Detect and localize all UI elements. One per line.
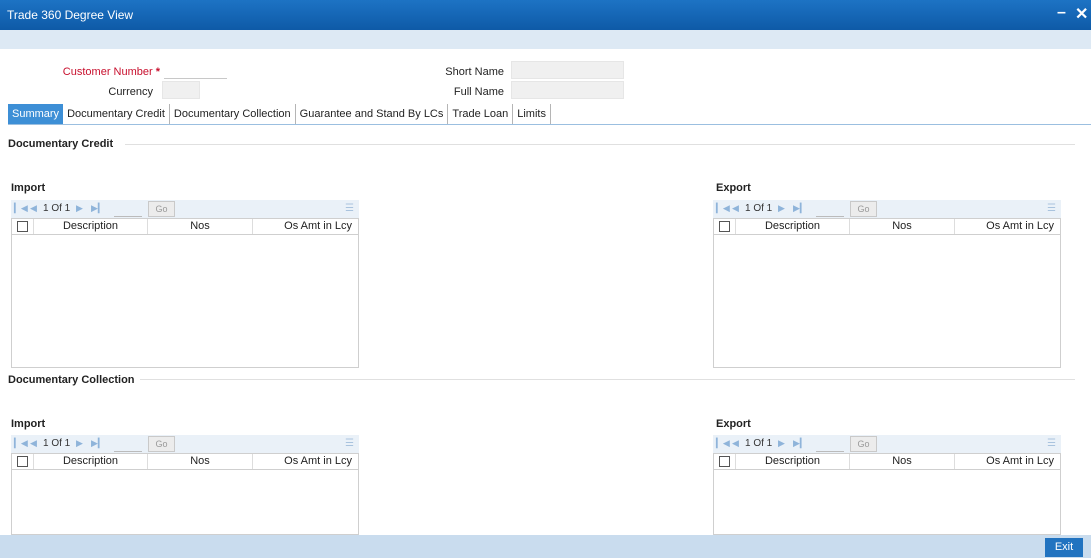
grid-header: Description Nos Os Amt in Lcy bbox=[11, 453, 359, 470]
first-page-icon[interactable]: ▎◀ bbox=[14, 438, 28, 449]
column-nos[interactable]: Nos bbox=[148, 454, 253, 469]
prev-page-icon[interactable]: ◀ bbox=[30, 438, 37, 449]
dc-export-title: Export bbox=[716, 182, 751, 194]
grid-menu-icon[interactable]: ☰ bbox=[345, 203, 354, 214]
column-os-amt[interactable]: Os Amt in Lcy bbox=[253, 219, 358, 234]
column-nos[interactable]: Nos bbox=[850, 219, 955, 234]
next-page-icon[interactable]: ▶ bbox=[778, 203, 785, 214]
window-titlebar: Trade 360 Degree View – ✕ bbox=[0, 0, 1091, 30]
grid-pagination: ▎◀ ◀ 1 Of 1 ▶ ▶▎ Go ☰ bbox=[11, 435, 359, 453]
prev-page-icon[interactable]: ◀ bbox=[732, 438, 739, 449]
dcol-import-title: Import bbox=[11, 418, 46, 430]
last-page-icon[interactable]: ▶▎ bbox=[91, 438, 105, 449]
column-nos[interactable]: Nos bbox=[850, 454, 955, 469]
first-page-icon[interactable]: ▎◀ bbox=[14, 203, 28, 214]
page-indicator: 1 Of 1 bbox=[43, 438, 71, 449]
grid-pagination: ▎◀ ◀ 1 Of 1 ▶ ▶▎ Go ☰ bbox=[713, 435, 1061, 453]
prev-page-icon[interactable]: ◀ bbox=[732, 203, 739, 214]
minimize-icon[interactable]: – bbox=[1057, 4, 1066, 22]
footer-bar: Exit bbox=[0, 535, 1091, 558]
customer-number-label: Customer Number * bbox=[62, 66, 160, 78]
tab-documentary-credit[interactable]: Documentary Credit bbox=[63, 104, 170, 124]
page-number-input[interactable] bbox=[816, 202, 844, 217]
last-page-icon[interactable]: ▶▎ bbox=[91, 203, 105, 214]
select-all-checkbox[interactable] bbox=[12, 454, 34, 469]
full-name-field[interactable] bbox=[511, 81, 624, 99]
column-description[interactable]: Description bbox=[34, 454, 148, 469]
grid-pagination: ▎◀ ◀ 1 Of 1 ▶ ▶▎ Go ☰ bbox=[713, 200, 1061, 218]
prev-page-icon[interactable]: ◀ bbox=[30, 203, 37, 214]
documentary-collection-section-title: Documentary Collection bbox=[8, 374, 135, 386]
currency-field[interactable] bbox=[162, 81, 200, 99]
page-indicator: 1 Of 1 bbox=[43, 203, 71, 214]
dc-export-grid: ▎◀ ◀ 1 Of 1 ▶ ▶▎ Go ☰ Description Nos Os… bbox=[713, 200, 1061, 368]
grid-header: Description Nos Os Amt in Lcy bbox=[11, 218, 359, 235]
first-page-icon[interactable]: ▎◀ bbox=[716, 438, 730, 449]
column-description[interactable]: Description bbox=[736, 454, 850, 469]
section-divider bbox=[140, 379, 1075, 380]
page-number-input[interactable] bbox=[114, 202, 142, 217]
grid-menu-icon[interactable]: ☰ bbox=[345, 438, 354, 449]
grid-body bbox=[11, 470, 359, 535]
grid-body bbox=[11, 235, 359, 368]
short-name-label: Short Name bbox=[445, 66, 504, 78]
currency-label: Currency bbox=[108, 86, 153, 98]
dcol-import-grid: ▎◀ ◀ 1 Of 1 ▶ ▶▎ Go ☰ Description Nos Os… bbox=[11, 435, 359, 535]
grid-pagination: ▎◀ ◀ 1 Of 1 ▶ ▶▎ Go ☰ bbox=[11, 200, 359, 218]
grid-header: Description Nos Os Amt in Lcy bbox=[713, 453, 1061, 470]
dcol-export-title: Export bbox=[716, 418, 751, 430]
customer-number-field[interactable] bbox=[164, 61, 227, 79]
next-page-icon[interactable]: ▶ bbox=[76, 438, 83, 449]
tab-bar: Summary Documentary Credit Documentary C… bbox=[8, 104, 551, 124]
column-nos[interactable]: Nos bbox=[148, 219, 253, 234]
select-all-checkbox[interactable] bbox=[714, 219, 736, 234]
tab-underline bbox=[8, 124, 1091, 125]
tab-limits[interactable]: Limits bbox=[513, 104, 551, 124]
grid-body bbox=[713, 470, 1061, 535]
full-name-label: Full Name bbox=[453, 86, 504, 98]
grid-header: Description Nos Os Amt in Lcy bbox=[713, 218, 1061, 235]
go-button[interactable]: Go bbox=[850, 436, 877, 452]
page-number-input[interactable] bbox=[114, 437, 142, 452]
dc-import-grid: ▎◀ ◀ 1 Of 1 ▶ ▶▎ Go ☰ Description Nos Os… bbox=[11, 200, 359, 368]
tab-summary[interactable]: Summary bbox=[8, 104, 64, 124]
grid-body bbox=[713, 235, 1061, 368]
close-icon[interactable]: ✕ bbox=[1075, 4, 1088, 24]
grid-menu-icon[interactable]: ☰ bbox=[1047, 438, 1056, 449]
select-all-checkbox[interactable] bbox=[714, 454, 736, 469]
short-name-field[interactable] bbox=[511, 61, 624, 79]
select-all-checkbox[interactable] bbox=[12, 219, 34, 234]
column-description[interactable]: Description bbox=[34, 219, 148, 234]
last-page-icon[interactable]: ▶▎ bbox=[793, 203, 807, 214]
dcol-export-grid: ▎◀ ◀ 1 Of 1 ▶ ▶▎ Go ☰ Description Nos Os… bbox=[713, 435, 1061, 535]
go-button[interactable]: Go bbox=[148, 436, 175, 452]
documentary-credit-section-title: Documentary Credit bbox=[8, 138, 114, 150]
first-page-icon[interactable]: ▎◀ bbox=[716, 203, 730, 214]
grid-menu-icon[interactable]: ☰ bbox=[1047, 203, 1056, 214]
go-button[interactable]: Go bbox=[850, 201, 877, 217]
column-os-amt[interactable]: Os Amt in Lcy bbox=[955, 454, 1060, 469]
tab-trade-loan[interactable]: Trade Loan bbox=[448, 104, 514, 124]
column-os-amt[interactable]: Os Amt in Lcy bbox=[253, 454, 358, 469]
section-divider bbox=[125, 144, 1075, 145]
exit-button[interactable]: Exit bbox=[1045, 538, 1083, 557]
page-number-input[interactable] bbox=[816, 437, 844, 452]
tab-guarantee-standby-lcs[interactable]: Guarantee and Stand By LCs bbox=[296, 104, 449, 124]
tab-documentary-collection[interactable]: Documentary Collection bbox=[170, 104, 296, 124]
page-indicator: 1 Of 1 bbox=[745, 438, 773, 449]
column-os-amt[interactable]: Os Amt in Lcy bbox=[955, 219, 1060, 234]
last-page-icon[interactable]: ▶▎ bbox=[793, 438, 807, 449]
column-description[interactable]: Description bbox=[736, 219, 850, 234]
page-indicator: 1 Of 1 bbox=[745, 203, 773, 214]
go-button[interactable]: Go bbox=[148, 201, 175, 217]
window-title: Trade 360 Degree View bbox=[7, 8, 134, 22]
next-page-icon[interactable]: ▶ bbox=[778, 438, 785, 449]
dc-import-title: Import bbox=[11, 182, 46, 194]
toolbar-strip bbox=[0, 30, 1091, 49]
next-page-icon[interactable]: ▶ bbox=[76, 203, 83, 214]
